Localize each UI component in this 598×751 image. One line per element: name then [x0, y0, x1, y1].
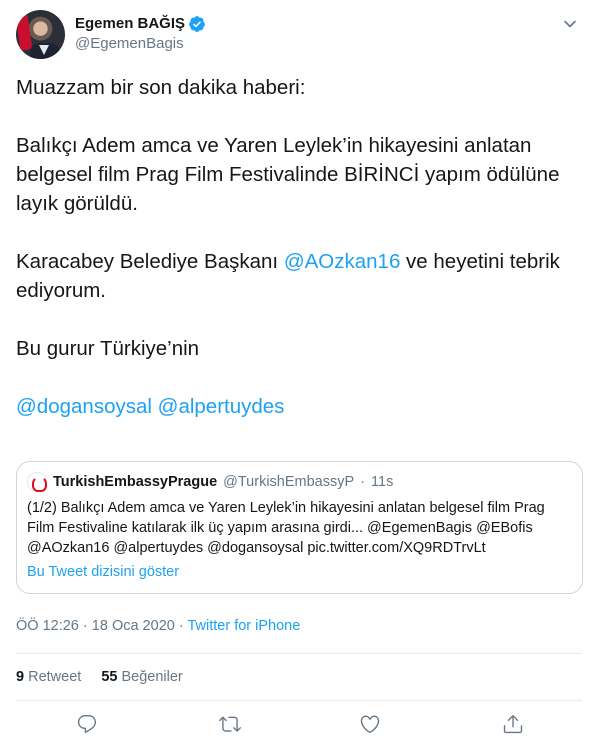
- display-name[interactable]: Egemen BAĞIŞ: [75, 14, 206, 34]
- tweet-time[interactable]: ÖÖ 12:26: [16, 618, 79, 634]
- retweets-label: Retweet: [28, 669, 82, 685]
- author-handle[interactable]: @EgemenBagis: [75, 34, 206, 54]
- flag-graphic: [16, 15, 33, 51]
- quoted-separator: ·: [360, 474, 366, 490]
- tweet-stats: 9 Retweet 55 Beğeniler: [16, 669, 183, 685]
- reply-button[interactable]: [76, 713, 98, 735]
- mention-link[interactable]: @alpertuydes: [158, 395, 285, 418]
- reply-icon: [77, 715, 97, 734]
- quoted-tweet[interactable]: TurkishEmbassyPrague @TurkishEmbassyP · …: [16, 461, 583, 594]
- embassy-emblem-icon: [27, 472, 47, 492]
- show-thread-link[interactable]: Bu Tweet dizisini göster: [27, 564, 179, 580]
- tweet-paragraph-3-pre: Karacabey Belediye Başkanı: [16, 250, 284, 273]
- tweet-text: Muazzam bir son dakika haberi: Balıkçı A…: [16, 73, 586, 421]
- meta-dot: ·: [178, 618, 184, 634]
- tweet-line-1: Muazzam bir son dakika haberi:: [16, 76, 306, 99]
- chevron-down-icon[interactable]: [562, 16, 578, 32]
- retweets-count: 9: [16, 669, 25, 685]
- likes-count: 55: [101, 669, 118, 685]
- tweet-source[interactable]: Twitter for iPhone: [187, 618, 300, 634]
- quoted-time: 11s: [371, 474, 394, 490]
- likes-label: Beğeniler: [121, 669, 183, 685]
- tweet-header: Egemen BAĞIŞ @EgemenBagis: [16, 10, 582, 59]
- quoted-tweet-text: (1/2) Balıkçı Adem amca ve Yaren Leylek’…: [27, 500, 545, 556]
- share-icon: [503, 715, 523, 734]
- retweet-icon: [219, 716, 241, 732]
- tweet-paragraph-2: Balıkçı Adem amca ve Yaren Leylek’in hik…: [16, 134, 560, 215]
- display-name-text[interactable]: Egemen BAĞIŞ: [75, 14, 185, 34]
- divider: [16, 653, 582, 654]
- quoted-tweet-header: TurkishEmbassyPrague @TurkishEmbassyP · …: [27, 472, 393, 492]
- author-names: Egemen BAĞIŞ @EgemenBagis: [75, 14, 206, 54]
- tweet-date[interactable]: 18 Oca 2020: [92, 618, 175, 634]
- mention-link[interactable]: @AOzkan16: [284, 250, 401, 273]
- mention-link[interactable]: @dogansoysal: [16, 395, 152, 418]
- retweets-stat[interactable]: 9 Retweet: [16, 669, 81, 685]
- quoted-author-handle: @TurkishEmbassyP: [223, 474, 355, 490]
- verified-badge-icon: [189, 16, 205, 32]
- likes-stat[interactable]: 55 Beğeniler: [101, 669, 182, 685]
- share-button[interactable]: [502, 713, 524, 735]
- meta-dot: ·: [82, 618, 88, 634]
- heart-icon: [360, 715, 380, 733]
- like-button[interactable]: [359, 713, 381, 735]
- avatar[interactable]: [16, 10, 65, 59]
- retweet-button[interactable]: [219, 713, 241, 735]
- action-bar: [0, 713, 598, 739]
- divider: [16, 700, 582, 701]
- quoted-author-name: TurkishEmbassyPrague: [53, 474, 218, 490]
- tweet-paragraph-4: Bu gurur Türkiye’nin: [16, 337, 200, 360]
- tweet-meta: ÖÖ 12:26 · 18 Oca 2020 · Twitter for iPh…: [16, 618, 300, 634]
